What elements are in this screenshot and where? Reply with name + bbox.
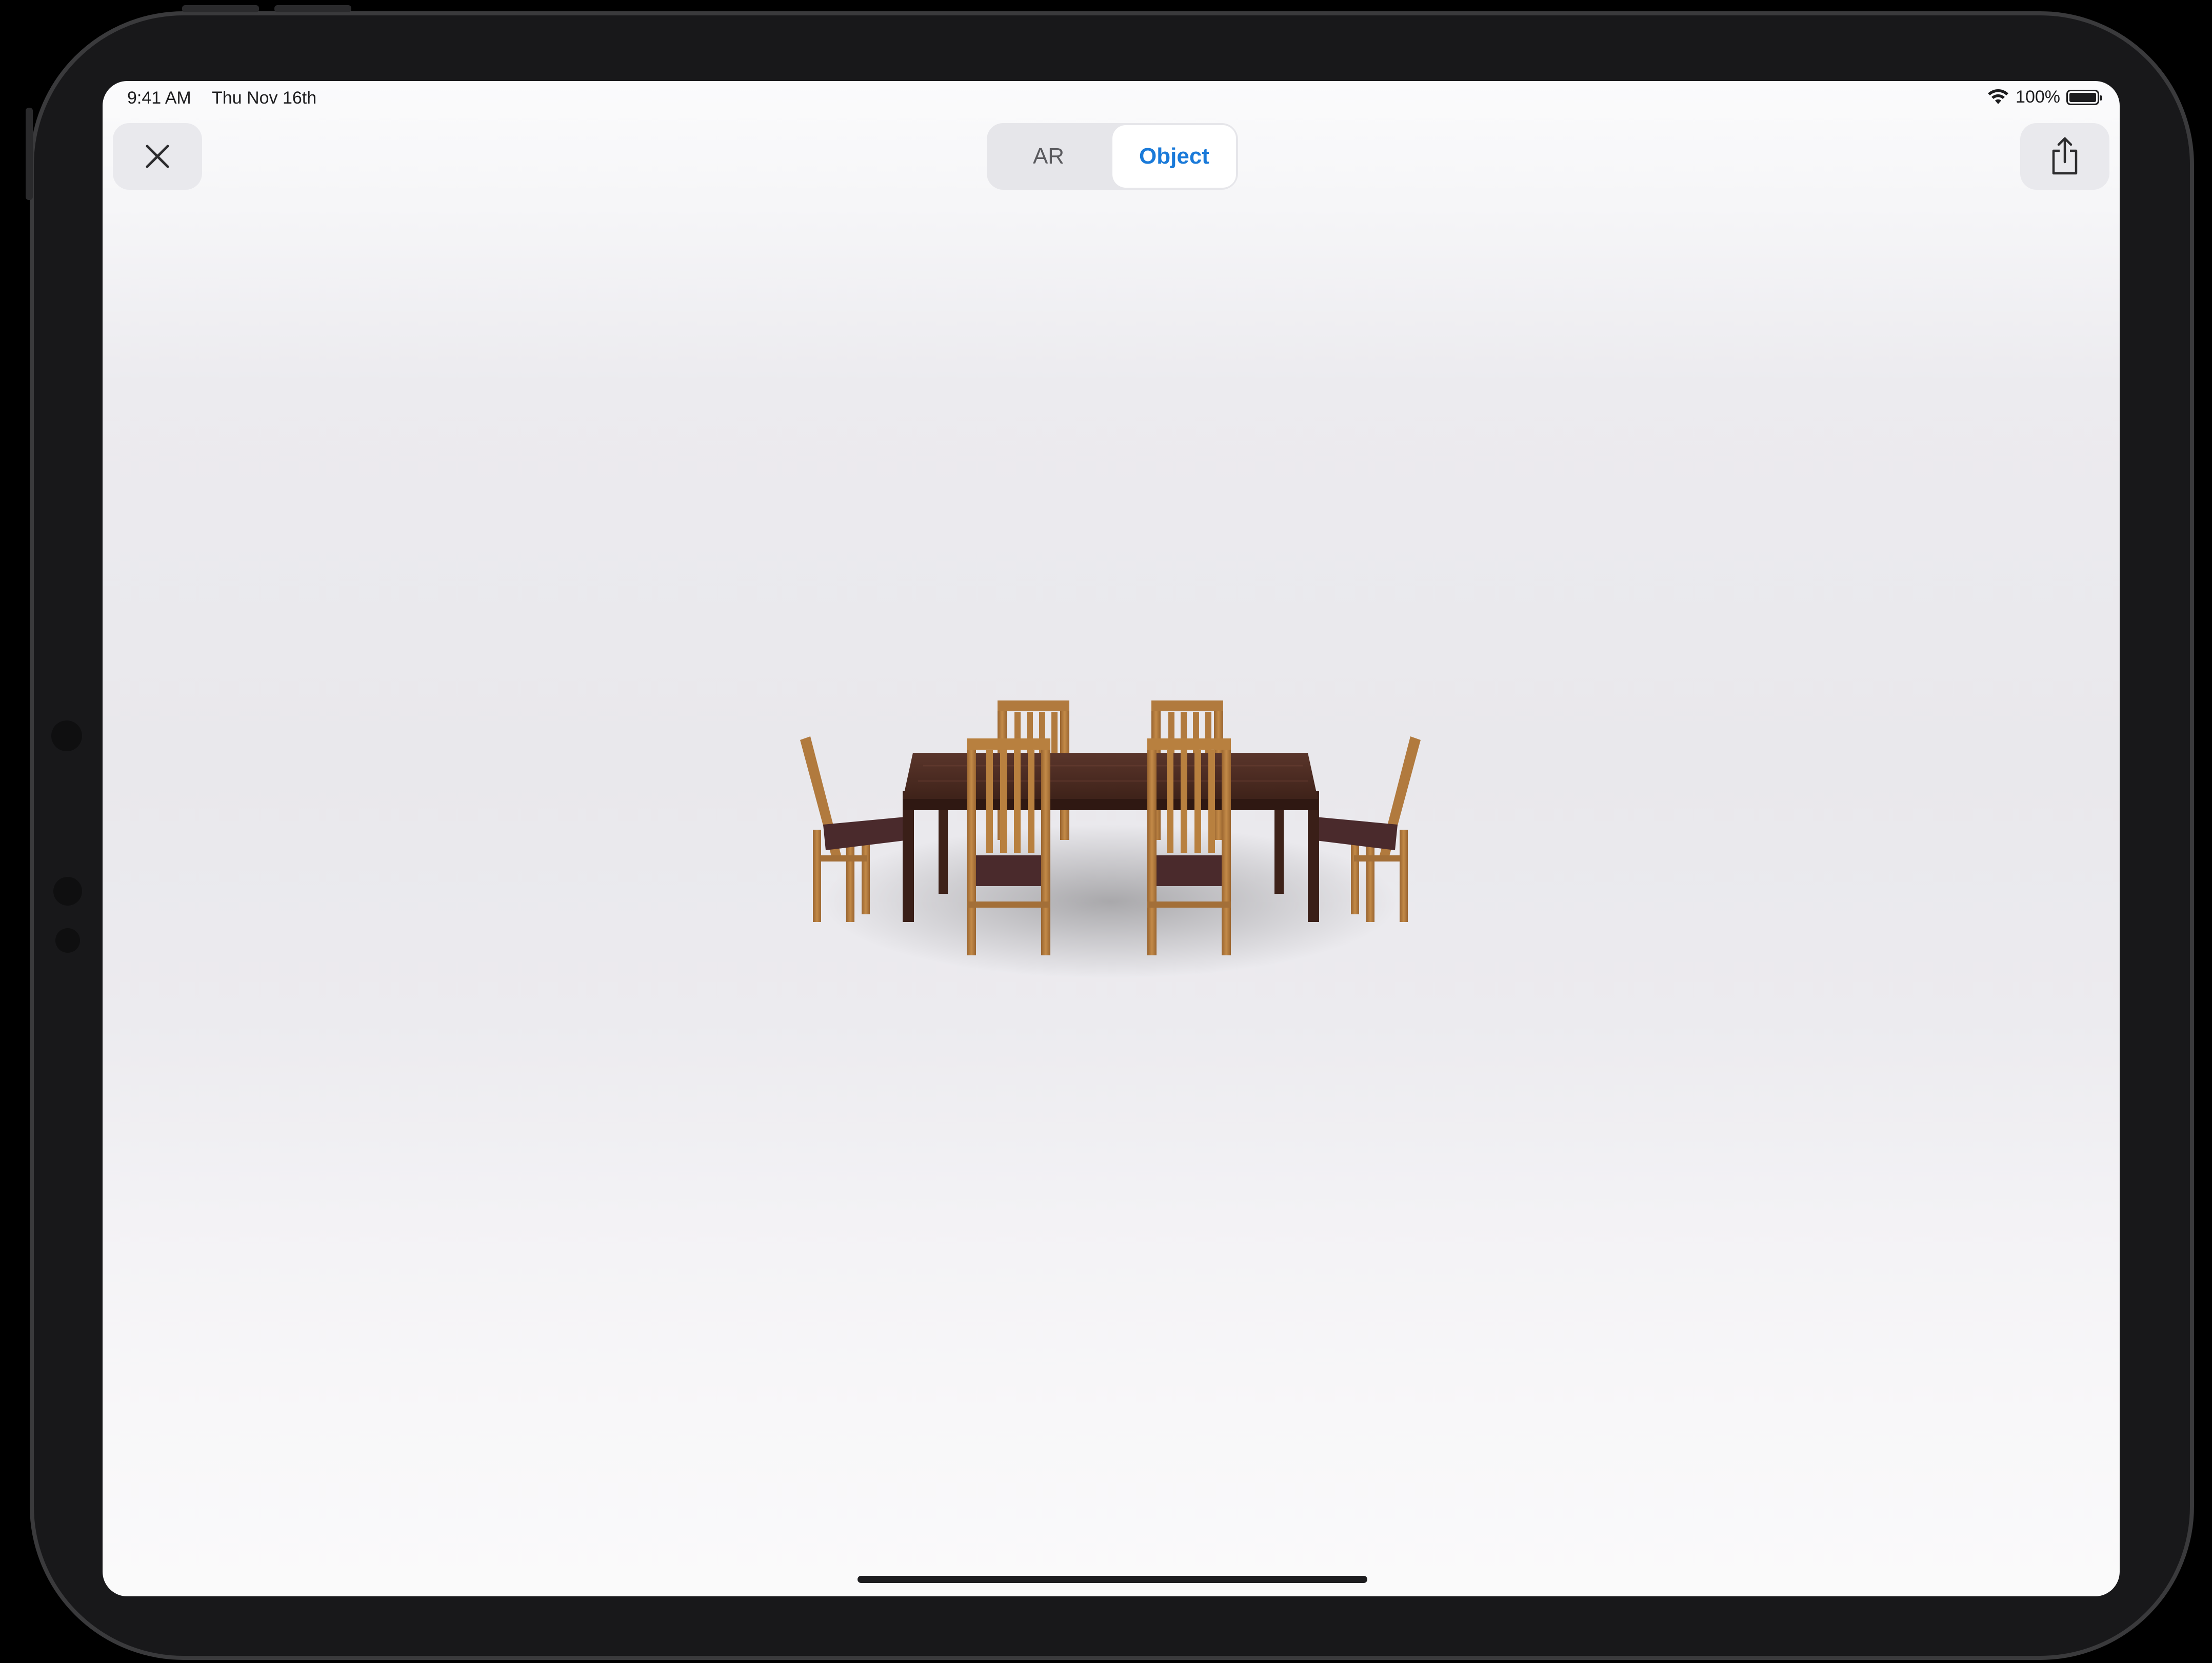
volume-button [274,5,351,12]
status-indicators: 100% [1987,87,2102,107]
close-icon [146,145,169,168]
view-mode-segmented-control: AR Object [987,123,1238,190]
battery-level [2069,92,2096,102]
sensor-icon [55,928,80,953]
share-button[interactable] [2020,123,2109,190]
camera-icon [51,720,82,751]
status-time: 9:41 AM [127,88,191,108]
wifi-icon [1988,89,2009,104]
power-button [26,108,33,200]
3d-model-dining-set[interactable] [790,614,1431,1035]
sensor-icon [53,877,82,906]
battery-icon [2066,89,2102,105]
status-date: Thu Nov 16th [212,88,317,108]
close-button[interactable] [113,123,202,190]
segment-object[interactable]: Object [1112,125,1236,188]
screen: 9:41 AM Thu Nov 16th 100% AR Object [103,81,2120,1596]
home-indicator[interactable] [858,1576,1367,1583]
segment-ar[interactable]: AR [987,123,1110,190]
share-icon [2052,137,2078,175]
volume-button [182,5,259,12]
battery-percentage: 100% [2016,87,2060,107]
status-bar: 9:41 AM Thu Nov 16th 100% [103,81,2120,117]
